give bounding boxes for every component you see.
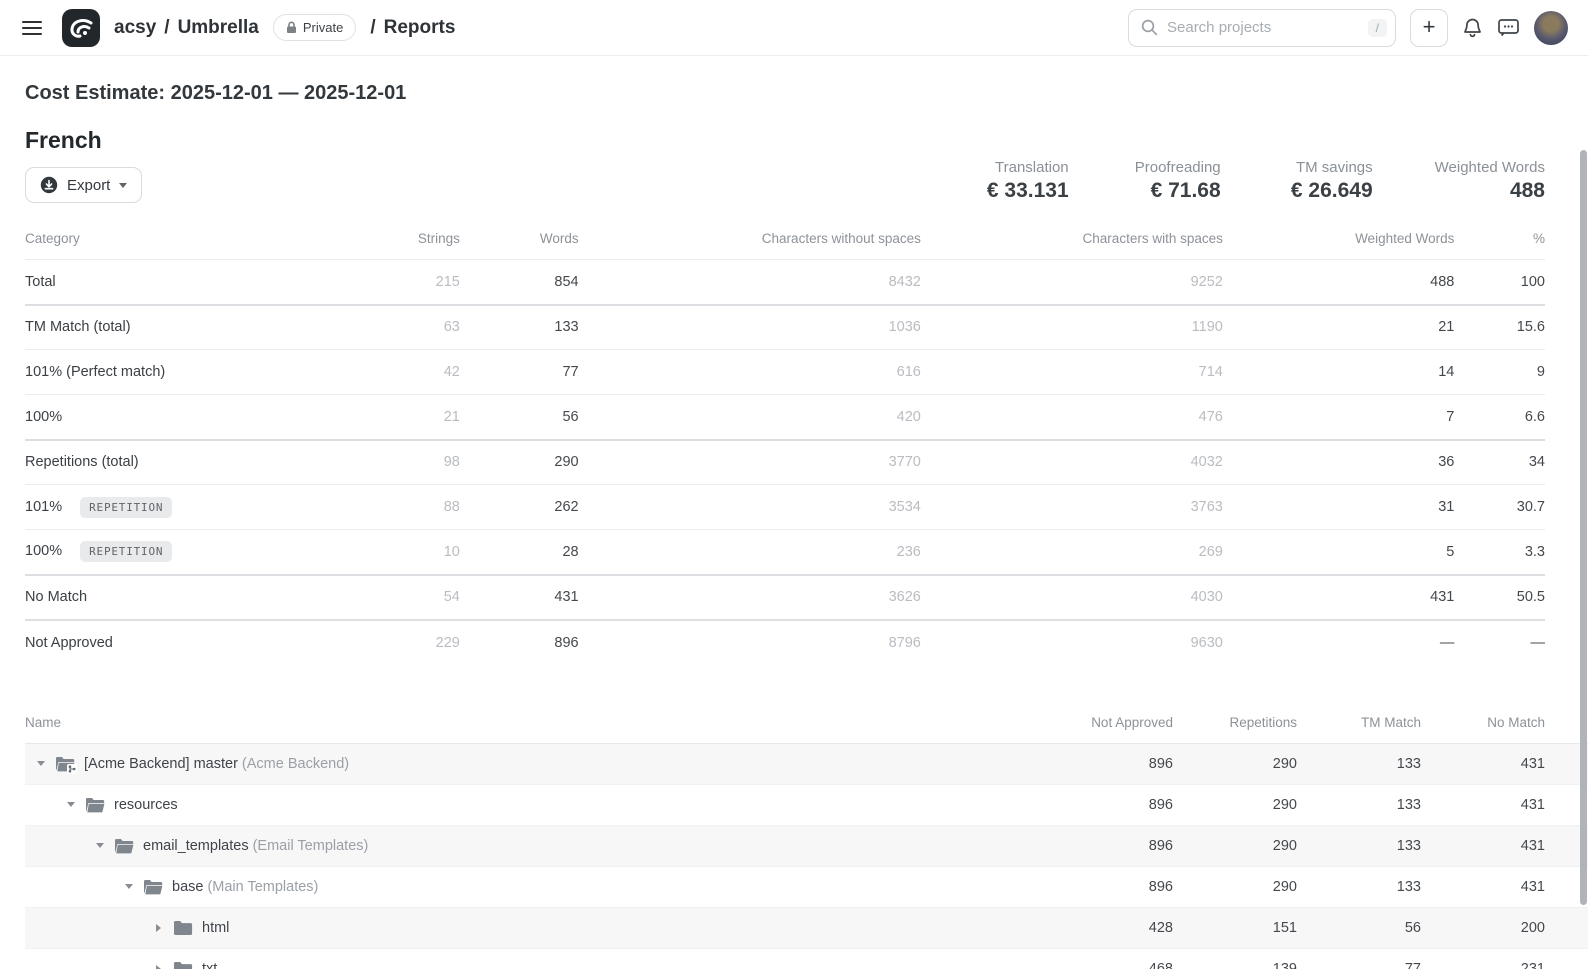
messages-button[interactable] [1497, 17, 1520, 38]
col-no-match: No Match [1421, 705, 1545, 744]
files-table-header-row: Name Not Approved Repetitions TM Match N… [25, 705, 1588, 744]
download-icon [40, 176, 58, 194]
branch-folder-icon [55, 756, 75, 772]
tree-row-base[interactable]: base (Main Templates) 896 290 133 431 85… [25, 866, 1588, 907]
chat-icon [1497, 17, 1520, 38]
cost-table-header-row: Category Strings Words Characters withou… [25, 221, 1545, 260]
closed-folder-icon [173, 920, 193, 936]
privacy-badge: Private [273, 14, 356, 41]
expand-caret-icon[interactable] [153, 924, 164, 932]
expand-caret-icon[interactable] [153, 965, 164, 969]
notifications-button[interactable] [1462, 17, 1483, 39]
open-folder-icon [143, 879, 163, 895]
export-button[interactable]: Export [25, 167, 142, 203]
open-folder-icon [114, 838, 134, 854]
cost-row-not-approved: Not Approved 229 896 8796 9630 — — [25, 620, 1545, 665]
cost-estimate-table: Category Strings Words Characters withou… [25, 221, 1545, 665]
stat-translation: Translation€ 33.131 [979, 159, 1069, 203]
tree-row-resources[interactable]: resources 896 290 133 431 854 [25, 784, 1588, 825]
files-breakdown-table: Name Not Approved Repetitions TM Match N… [25, 705, 1588, 969]
collapse-caret-icon[interactable] [65, 802, 76, 807]
col-category: Category [25, 221, 387, 260]
stat-proofreading: Proofreading€ 71.68 [1131, 159, 1221, 203]
tree-row-branch-master[interactable]: [Acme Backend] master (Acme Backend) 896… [25, 743, 1588, 784]
repetition-badge: REPETITION [80, 541, 172, 562]
col-name: Name [25, 705, 1049, 744]
app-logo-icon[interactable] [62, 9, 100, 47]
breadcrumb: acsy / Umbrella Private / Reports [114, 14, 455, 41]
closed-folder-icon [173, 961, 193, 969]
cost-row-100: 100% 21 56 420 476 7 6.6 [25, 395, 1545, 440]
collapse-caret-icon[interactable] [94, 843, 105, 848]
breadcrumb-page: Reports [384, 17, 456, 39]
cost-row-tm-match-total: TM Match (total) 63 133 1036 1190 21 15.… [25, 305, 1545, 350]
cost-row-101-perfect: 101% (Perfect match) 42 77 616 714 14 9 [25, 350, 1545, 395]
stat-tm-savings: TM savings€ 26.649 [1283, 159, 1373, 203]
breadcrumb-project[interactable]: Umbrella [178, 17, 259, 39]
cost-row-100-repetition: 100%REPETITION 10 28 236 269 5 3.3 [25, 530, 1545, 575]
top-bar: acsy / Umbrella Private / Reports / + [0, 0, 1588, 56]
cost-row-repetitions-total: Repetitions (total) 98 290 3770 4032 36 … [25, 440, 1545, 485]
stat-weighted-words: Weighted Words488 [1435, 159, 1545, 203]
col-repetitions: Repetitions [1173, 705, 1297, 744]
collapse-caret-icon[interactable] [35, 761, 46, 766]
cost-row-101-repetition: 101%REPETITION 88 262 3534 3763 31 30.7 [25, 485, 1545, 530]
bell-icon [1462, 17, 1483, 39]
cost-row-total: Total 215 854 8432 9252 488 100 [25, 260, 1545, 305]
search-shortcut-key: / [1368, 19, 1387, 37]
open-folder-icon [85, 797, 105, 813]
tree-row-html[interactable]: html 428 151 56 200 407 [25, 907, 1588, 948]
col-strings: Strings [387, 221, 459, 260]
page-title: Cost Estimate: 2025-12-01 — 2025-12-01 [25, 82, 1545, 105]
col-not-approved: Not Approved [1049, 705, 1173, 744]
menu-icon[interactable] [22, 21, 42, 35]
col-chars-without-spaces: Characters without spaces [579, 221, 921, 260]
summary-stats: Translation€ 33.131 Proofreading€ 71.68 … [979, 159, 1545, 203]
search-box[interactable]: / [1128, 9, 1396, 47]
lock-icon [286, 21, 297, 34]
col-chars-with-spaces: Characters with spaces [921, 221, 1223, 260]
col-weighted-words: Weighted Words [1223, 221, 1455, 260]
cost-row-no-match: No Match 54 431 3626 4030 431 50.5 [25, 575, 1545, 620]
col-percent: % [1454, 221, 1545, 260]
user-avatar[interactable] [1534, 11, 1568, 45]
language-title: French [25, 127, 142, 154]
breadcrumb-org[interactable]: acsy [114, 17, 156, 39]
search-input[interactable] [1167, 19, 1359, 36]
col-words: Words [460, 221, 579, 260]
repetition-badge: REPETITION [80, 497, 172, 518]
collapse-caret-icon[interactable] [123, 884, 134, 889]
vertical-scrollbar[interactable] [1580, 150, 1587, 905]
tree-row-email-templates[interactable]: email_templates (Email Templates) 896 29… [25, 825, 1588, 866]
chevron-down-icon [119, 183, 127, 188]
tree-row-txt[interactable]: txt 468 139 77 231 447 [25, 948, 1588, 969]
search-icon [1141, 19, 1158, 36]
col-tm-match: TM Match [1297, 705, 1421, 744]
create-project-button[interactable]: + [1410, 9, 1448, 47]
